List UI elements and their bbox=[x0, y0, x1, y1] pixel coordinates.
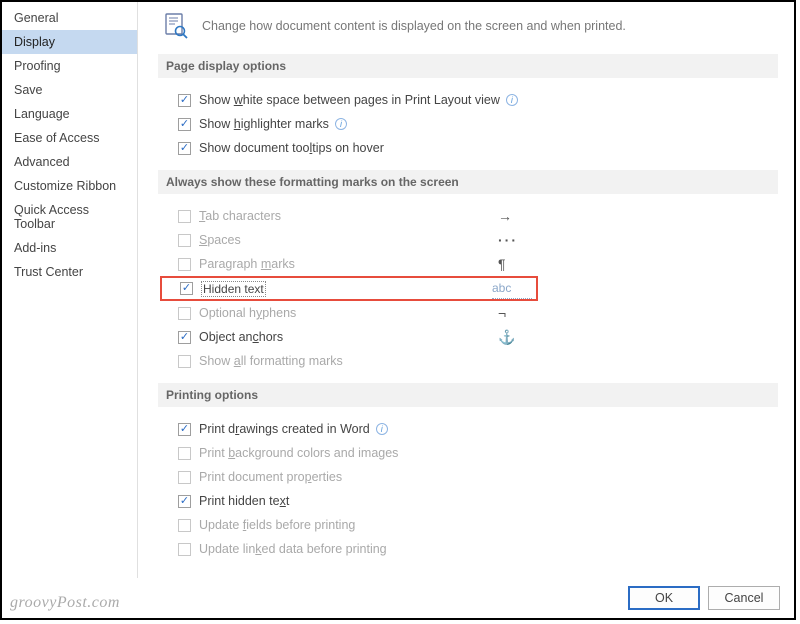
panel-header-text: Change how document content is displayed… bbox=[202, 19, 626, 33]
sidebar-item-customize-ribbon[interactable]: Customize Ribbon bbox=[2, 174, 137, 198]
option-update-fields[interactable]: Update fields before printing bbox=[158, 513, 778, 537]
label-tab-chars: Tab characters bbox=[199, 206, 281, 226]
option-optional-hyphens[interactable]: Optional hyphens ¬ bbox=[158, 301, 538, 325]
pilcrow-icon: ¶ bbox=[498, 254, 538, 274]
section-page-display-title: Page display options bbox=[158, 54, 778, 78]
checkbox-print-hidden-text[interactable] bbox=[178, 495, 191, 508]
sidebar-item-advanced[interactable]: Advanced bbox=[2, 150, 137, 174]
checkbox-spaces[interactable] bbox=[178, 234, 191, 247]
label-optional-hyphens: Optional hyphens bbox=[199, 303, 296, 323]
checkbox-hidden-text[interactable] bbox=[180, 282, 193, 295]
option-hidden-text-highlighted[interactable]: Hidden text abc bbox=[160, 276, 538, 301]
option-object-anchors[interactable]: Object anchors ⚓ bbox=[158, 325, 538, 349]
section-printing-title: Printing options bbox=[158, 383, 778, 407]
sidebar-item-save[interactable]: Save bbox=[2, 78, 137, 102]
option-tooltips[interactable]: Show document tooltips on hover bbox=[158, 136, 778, 160]
info-icon[interactable]: i bbox=[335, 118, 347, 130]
label-tooltips: Show document tooltips on hover bbox=[199, 138, 384, 158]
checkbox-update-fields[interactable] bbox=[178, 519, 191, 532]
label-all-formatting: Show all formatting marks bbox=[199, 351, 343, 371]
label-update-linked: Update linked data before printing bbox=[199, 539, 387, 559]
section-formatting-title: Always show these formatting marks on th… bbox=[158, 170, 778, 194]
option-highlighter[interactable]: Show highlighter marks i bbox=[158, 112, 778, 136]
sidebar-item-quick-access-toolbar[interactable]: Quick Access Toolbar bbox=[2, 198, 137, 236]
sidebar-item-trust-center[interactable]: Trust Center bbox=[2, 260, 137, 284]
label-spaces: Spaces bbox=[199, 230, 241, 250]
checkbox-optional-hyphens[interactable] bbox=[178, 307, 191, 320]
sidebar: General Display Proofing Save Language E… bbox=[2, 2, 138, 578]
label-paragraph-marks: Paragraph marks bbox=[199, 254, 295, 274]
option-tab-chars[interactable]: Tab characters → bbox=[158, 204, 538, 228]
dialog-body: General Display Proofing Save Language E… bbox=[2, 2, 794, 578]
checkbox-print-background[interactable] bbox=[178, 447, 191, 460]
hyphen-icon: ¬ bbox=[498, 303, 538, 323]
option-update-linked[interactable]: Update linked data before printing bbox=[158, 537, 778, 561]
option-print-properties[interactable]: Print document properties bbox=[158, 465, 778, 489]
watermark: groovyPost.com bbox=[10, 594, 120, 612]
checkbox-tab-chars[interactable] bbox=[178, 210, 191, 223]
options-dialog: General Display Proofing Save Language E… bbox=[0, 0, 796, 620]
sidebar-item-proofing[interactable]: Proofing bbox=[2, 54, 137, 78]
option-white-space[interactable]: Show white space between pages in Print … bbox=[158, 88, 778, 112]
tab-arrow-icon: → bbox=[498, 206, 538, 226]
checkbox-print-drawings[interactable] bbox=[178, 423, 191, 436]
label-print-properties: Print document properties bbox=[199, 467, 342, 487]
main-panel: Change how document content is displayed… bbox=[138, 2, 794, 578]
info-icon[interactable]: i bbox=[506, 94, 518, 106]
dialog-footer: OK Cancel bbox=[2, 578, 794, 618]
spaces-dots-icon: ··· bbox=[498, 230, 538, 250]
hidden-abc-icon: abc bbox=[492, 278, 532, 299]
checkbox-white-space[interactable] bbox=[178, 94, 191, 107]
label-update-fields: Update fields before printing bbox=[199, 515, 355, 535]
display-options-icon bbox=[162, 12, 190, 40]
checkbox-all-formatting[interactable] bbox=[178, 355, 191, 368]
info-icon[interactable]: i bbox=[376, 423, 388, 435]
label-white-space: Show white space between pages in Print … bbox=[199, 90, 500, 110]
label-object-anchors: Object anchors bbox=[199, 327, 283, 347]
sidebar-item-ease-of-access[interactable]: Ease of Access bbox=[2, 126, 137, 150]
ok-button[interactable]: OK bbox=[628, 586, 700, 610]
sidebar-item-general[interactable]: General bbox=[2, 6, 137, 30]
checkbox-tooltips[interactable] bbox=[178, 142, 191, 155]
sidebar-item-language[interactable]: Language bbox=[2, 102, 137, 126]
formatting-marks-group-2: Optional hyphens ¬ Object anchors ⚓ Show… bbox=[158, 301, 538, 373]
label-print-hidden-text: Print hidden text bbox=[199, 491, 289, 511]
checkbox-update-linked[interactable] bbox=[178, 543, 191, 556]
checkbox-paragraph-marks[interactable] bbox=[178, 258, 191, 271]
option-paragraph-marks[interactable]: Paragraph marks ¶ bbox=[158, 252, 538, 276]
label-hidden-text: Hidden text bbox=[201, 279, 266, 299]
checkbox-highlighter[interactable] bbox=[178, 118, 191, 131]
checkbox-object-anchors[interactable] bbox=[178, 331, 191, 344]
sidebar-item-add-ins[interactable]: Add-ins bbox=[2, 236, 137, 260]
label-print-drawings: Print drawings created in Word bbox=[199, 419, 370, 439]
option-all-formatting[interactable]: Show all formatting marks bbox=[158, 349, 538, 373]
label-highlighter: Show highlighter marks bbox=[199, 114, 329, 134]
option-print-drawings[interactable]: Print drawings created in Word i bbox=[158, 417, 778, 441]
anchor-icon: ⚓ bbox=[498, 327, 538, 347]
cancel-button[interactable]: Cancel bbox=[708, 586, 780, 610]
option-print-background[interactable]: Print background colors and images bbox=[158, 441, 778, 465]
option-print-hidden-text[interactable]: Print hidden text bbox=[158, 489, 778, 513]
checkbox-print-properties[interactable] bbox=[178, 471, 191, 484]
panel-header: Change how document content is displayed… bbox=[158, 12, 778, 40]
option-spaces[interactable]: Spaces ··· bbox=[158, 228, 538, 252]
label-print-background: Print background colors and images bbox=[199, 443, 398, 463]
sidebar-item-display[interactable]: Display bbox=[2, 30, 137, 54]
formatting-marks-group: Tab characters → Spaces ··· Paragraph ma… bbox=[158, 204, 538, 276]
